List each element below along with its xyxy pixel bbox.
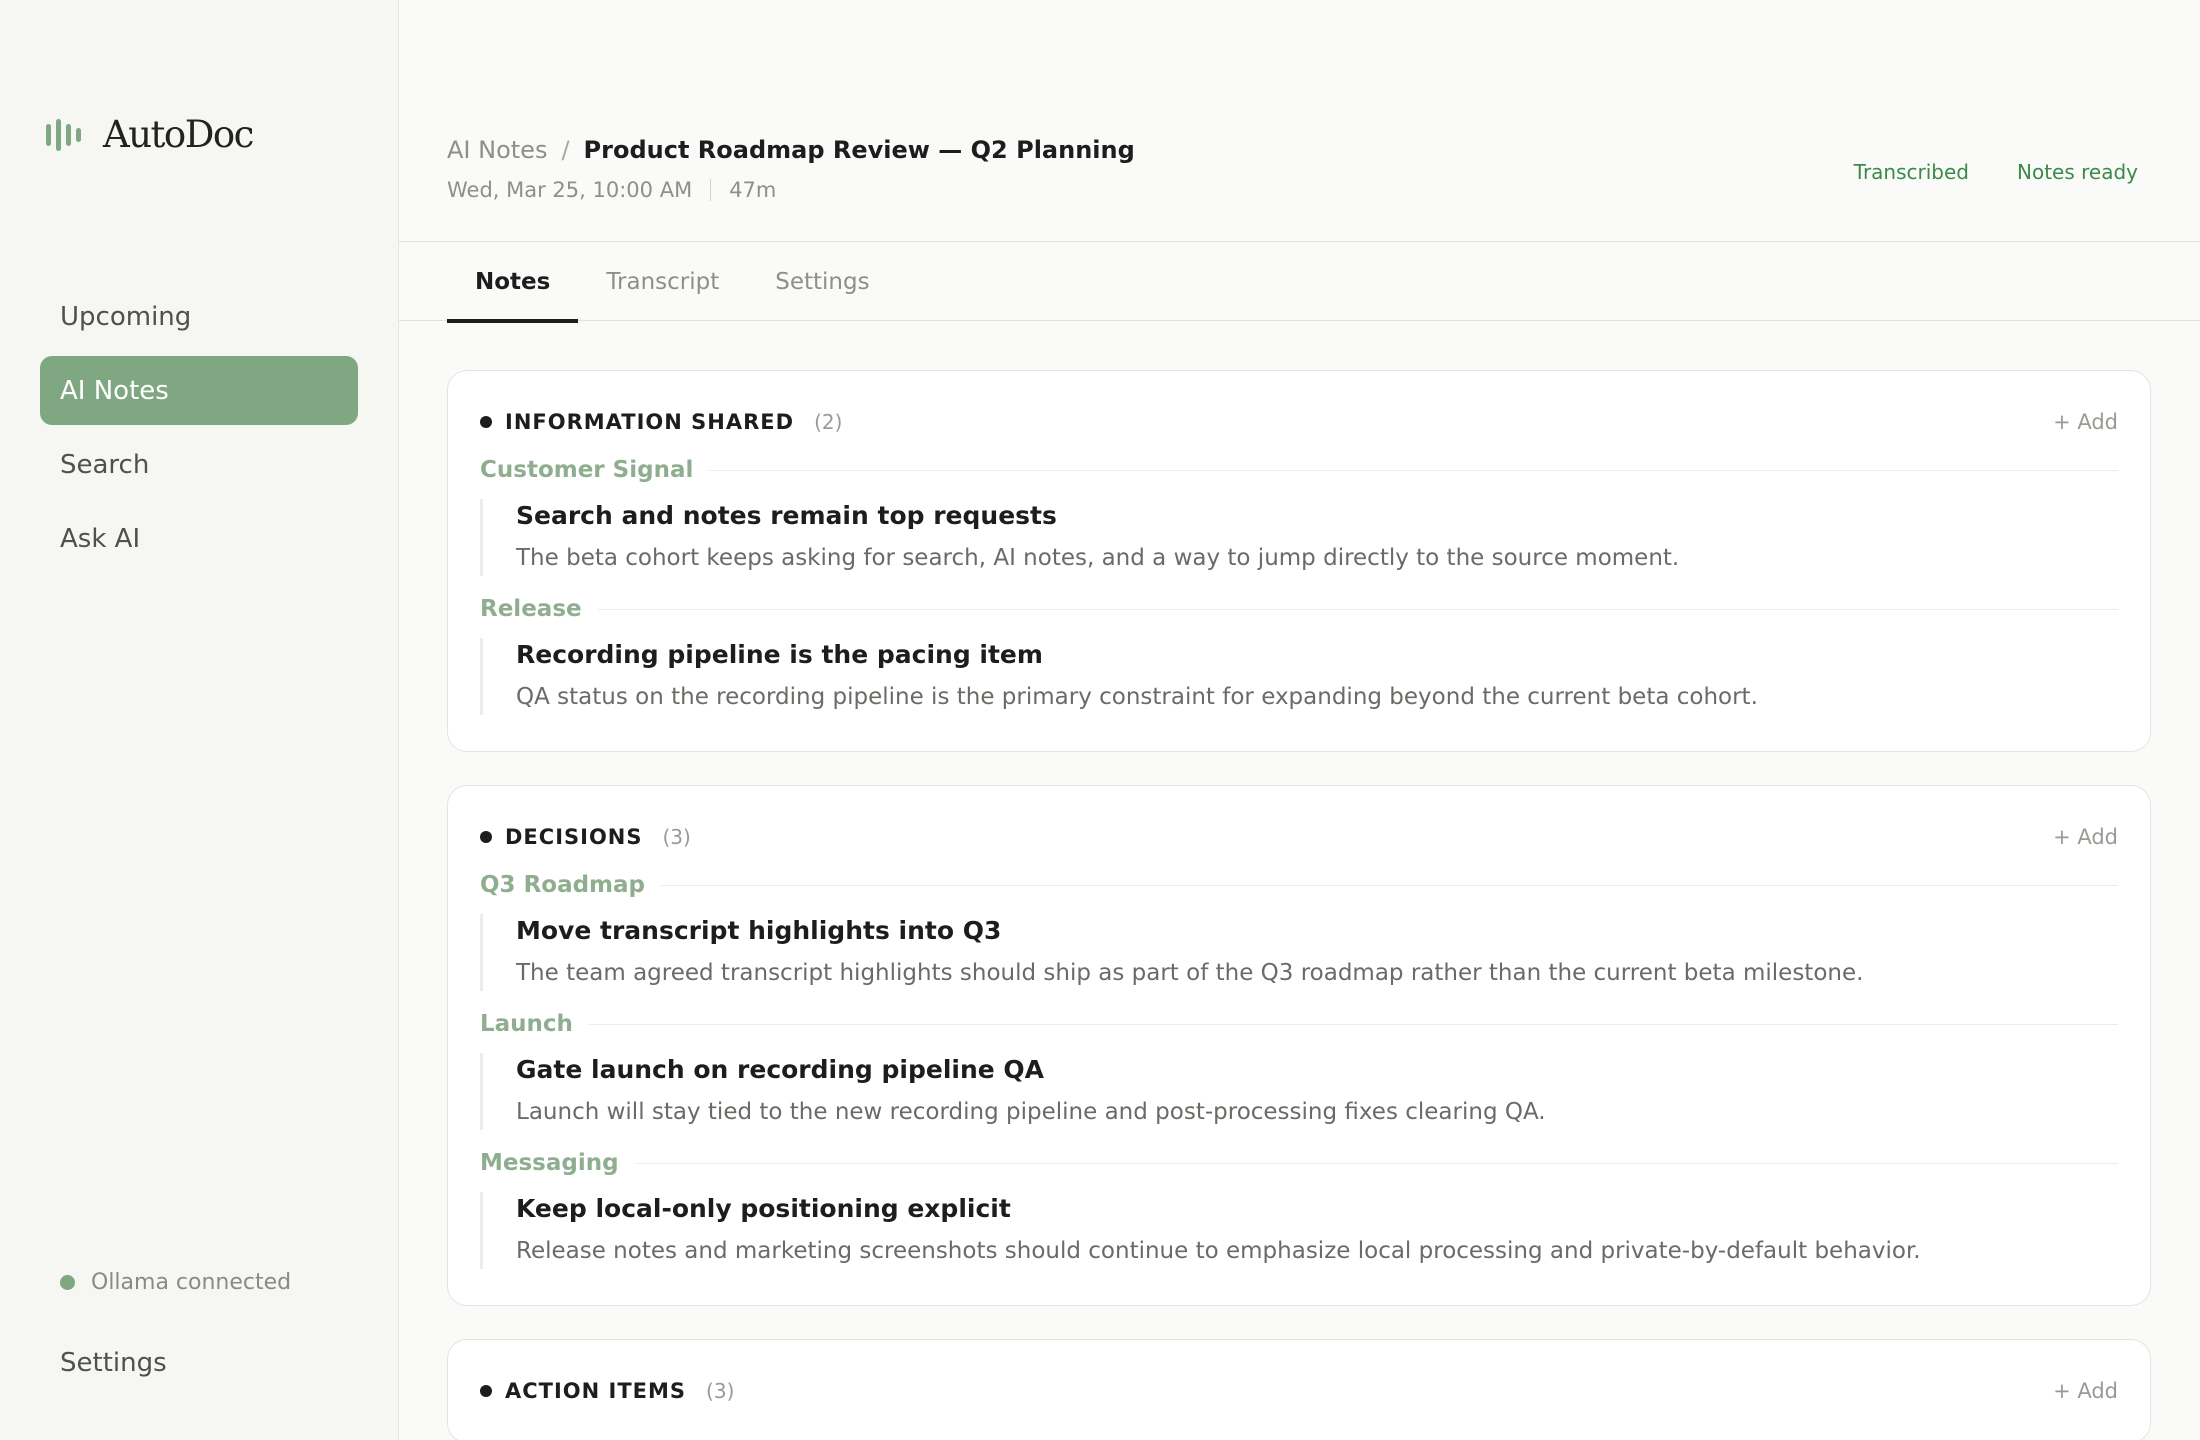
add-button[interactable]: + Add (2053, 410, 2118, 434)
note-item[interactable]: Move transcript highlights into Q3 The t… (480, 914, 2118, 991)
group-header: Release (480, 594, 2118, 624)
section-decisions: DECISIONS (3) + Add Q3 Roadmap Move tran… (447, 785, 2151, 1306)
note-title: Keep local-only positioning explicit (516, 1194, 1011, 1223)
breadcrumb-parent-link[interactable]: AI Notes (447, 136, 547, 164)
sidebar: AutoDoc Upcoming AI Notes Search Ask AI … (0, 0, 399, 1440)
note-item[interactable]: Search and notes remain top requests The… (480, 499, 2118, 576)
note-item[interactable]: Gate launch on recording pipeline QA Lau… (480, 1053, 2118, 1130)
note-title: Move transcript highlights into Q3 (516, 916, 1002, 945)
sidebar-item-ai-notes[interactable]: AI Notes (40, 356, 358, 425)
status-badge-transcribed: Transcribed (1853, 160, 1969, 184)
main-panel: AI Notes / Product Roadmap Review — Q2 P… (399, 0, 2200, 1440)
bullet-icon (480, 1385, 492, 1397)
status-label: Ollama connected (91, 1270, 292, 1295)
bullet-icon (480, 831, 492, 843)
group-header: Q3 Roadmap (480, 870, 2118, 900)
note-title: Recording pipeline is the pacing item (516, 640, 1043, 669)
brand[interactable]: AutoDoc (46, 113, 254, 156)
divider (661, 884, 2118, 886)
tab-transcript[interactable]: Transcript (578, 242, 747, 322)
meeting-date: Wed, Mar 25, 10:00 AM (447, 178, 693, 202)
sidebar-item-upcoming[interactable]: Upcoming (40, 282, 358, 351)
add-button[interactable]: + Add (2053, 825, 2118, 849)
tab-settings[interactable]: Settings (747, 242, 897, 322)
group-label: Launch (480, 1011, 573, 1037)
group-label: Messaging (480, 1150, 619, 1176)
section-title: DECISIONS (505, 825, 643, 849)
section-title: INFORMATION SHARED (505, 410, 795, 434)
waveform-icon (46, 117, 81, 153)
note-group: Release Recording pipeline is the pacing… (480, 594, 2118, 715)
note-description: QA status on the recording pipeline is t… (516, 684, 1758, 710)
connection-status: Ollama connected (60, 1270, 291, 1295)
tabs-bar: Notes Transcript Settings (399, 241, 2200, 323)
section-count: (2) (814, 410, 843, 434)
meeting-duration: 47m (729, 178, 777, 202)
note-item[interactable]: Recording pipeline is the pacing item QA… (480, 638, 2118, 715)
group-header: Messaging (480, 1148, 2118, 1178)
note-title: Search and notes remain top requests (516, 501, 1057, 530)
status-badge-notes-ready: Notes ready (2017, 160, 2138, 184)
status-dot-icon (60, 1275, 75, 1290)
note-title: Gate launch on recording pipeline QA (516, 1055, 1045, 1084)
group-header: Launch (480, 1009, 2118, 1039)
section-header: DECISIONS (3) + Add (480, 822, 2118, 852)
group-label: Q3 Roadmap (480, 872, 646, 898)
note-description: The team agreed transcript highlights sh… (516, 960, 1864, 986)
divider (634, 1162, 2118, 1164)
divider (588, 1023, 2118, 1025)
tab-list: Notes Transcript Settings (447, 242, 898, 323)
bullet-icon (480, 416, 492, 428)
status-badges: Transcribed Notes ready (1854, 160, 2138, 184)
note-group: Q3 Roadmap Move transcript highlights in… (480, 870, 2118, 991)
notes-content: INFORMATION SHARED (2) + Add Customer Si… (447, 370, 2151, 1440)
tab-notes[interactable]: Notes (447, 242, 579, 323)
section-count: (3) (706, 1379, 735, 1403)
sidebar-item-ask-ai[interactable]: Ask AI (40, 504, 358, 573)
meta-divider (710, 179, 712, 201)
note-description: Release notes and marketing screenshots … (516, 1238, 1921, 1264)
note-description: Launch will stay tied to the new recordi… (516, 1099, 1546, 1125)
divider (597, 608, 2118, 610)
app-root: AutoDoc Upcoming AI Notes Search Ask AI … (0, 0, 2200, 1440)
sidebar-item-settings[interactable]: Settings (60, 1348, 167, 1378)
breadcrumb-separator: / (561, 136, 570, 164)
section-header: INFORMATION SHARED (2) + Add (480, 407, 2118, 437)
section-title: ACTION ITEMS (505, 1379, 687, 1403)
section-action-items: ACTION ITEMS (3) + Add (447, 1339, 2151, 1440)
section-information-shared: INFORMATION SHARED (2) + Add Customer Si… (447, 370, 2151, 752)
note-group: Customer Signal Search and notes remain … (480, 455, 2118, 576)
divider (709, 469, 2118, 471)
note-description: The beta cohort keeps asking for search,… (516, 545, 1680, 571)
page-title: Product Roadmap Review — Q2 Planning (583, 136, 1135, 164)
note-group: Launch Gate launch on recording pipeline… (480, 1009, 2118, 1130)
note-item[interactable]: Keep local-only positioning explicit Rel… (480, 1192, 2118, 1269)
group-label: Release (480, 596, 582, 622)
brand-name: AutoDoc (103, 113, 254, 156)
sidebar-nav: Upcoming AI Notes Search Ask AI (40, 282, 358, 578)
sidebar-item-search[interactable]: Search (40, 430, 358, 499)
section-count: (3) (662, 825, 691, 849)
add-button[interactable]: + Add (2053, 1379, 2118, 1403)
group-header: Customer Signal (480, 455, 2118, 485)
group-label: Customer Signal (480, 457, 694, 483)
section-header: ACTION ITEMS (3) + Add (480, 1376, 2118, 1406)
note-group: Messaging Keep local-only positioning ex… (480, 1148, 2118, 1269)
